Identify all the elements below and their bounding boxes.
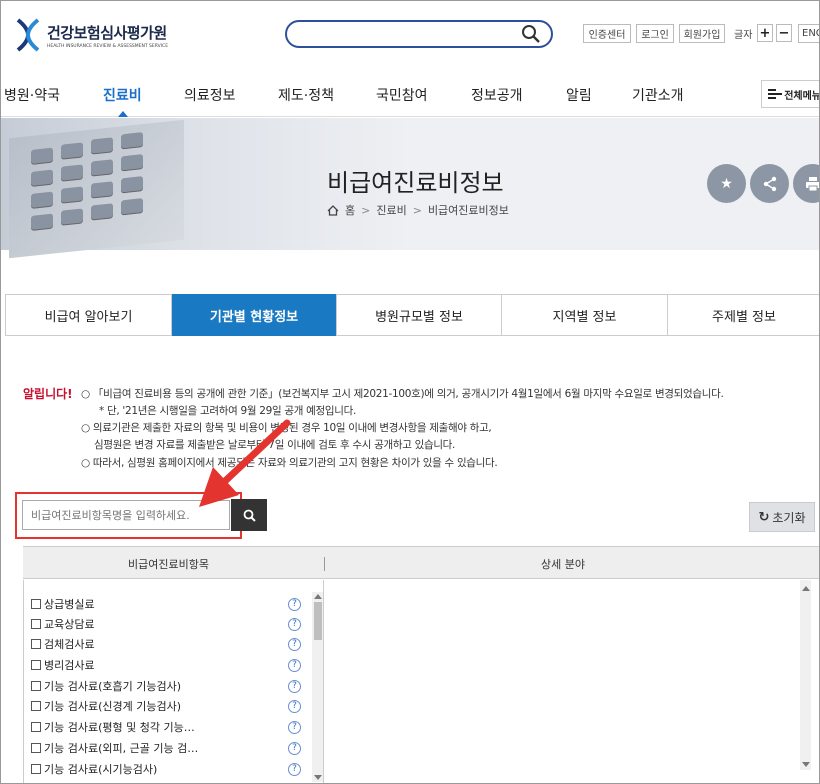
list-item[interactable]: 검체검사료 xyxy=(31,635,95,653)
logo-subtitle: HEALTH INSURANCE REVIEW & ASSESSMENT SER… xyxy=(47,43,169,49)
font-increase-button[interactable]: + xyxy=(757,24,773,42)
list-item[interactable]: 교육상담료 xyxy=(31,615,95,633)
nav-medical-fee[interactable]: 진료비 xyxy=(103,85,142,105)
list-item[interactable]: 기능 검사료(외피, 근골 기능 검… xyxy=(31,739,198,757)
nav-system-policy[interactable]: 제도·정책 xyxy=(278,85,334,105)
reset-label: 초기화 xyxy=(772,510,806,525)
item-label: 기능 검사료(호흡기 기능검사) xyxy=(44,680,182,693)
item-label: 기능 검사료(평형 및 청각 기능… xyxy=(44,721,195,734)
hamburger-icon xyxy=(768,89,783,99)
nav-notice[interactable]: 알림 xyxy=(566,85,592,105)
list-item[interactable]: 기능 검사료(평형 및 청각 기능… xyxy=(31,718,195,736)
breadcrumb-home[interactable]: 홈 xyxy=(345,202,355,218)
item-label: 기능 검사료(외피, 근골 기능 검… xyxy=(44,742,199,755)
header-divider xyxy=(324,557,325,571)
notice-line: ○ 「비급여 진료비용 등의 공개에 관한 기준」(보건복지부 고시 제2021… xyxy=(81,388,724,400)
help-icon[interactable]: ? xyxy=(288,598,301,611)
help-icon[interactable]: ? xyxy=(288,721,301,734)
help-icon[interactable]: ? xyxy=(288,763,301,776)
list-scrollbar[interactable] xyxy=(312,592,323,782)
item-label: 병리검사료 xyxy=(44,659,95,672)
help-icon[interactable]: ? xyxy=(288,700,301,713)
signup-link[interactable]: 회원가입 xyxy=(679,24,725,43)
column-divider xyxy=(323,580,324,783)
star-icon[interactable]: ★ xyxy=(707,164,746,203)
hira-logo-icon xyxy=(16,18,40,52)
all-menu-label: 전체메뉴 xyxy=(784,90,820,102)
tab-topic[interactable]: 주제별 정보 xyxy=(668,295,819,335)
item-checkbox[interactable] xyxy=(31,619,41,629)
share-icon[interactable] xyxy=(750,164,789,203)
notice-label: 알립니다! xyxy=(23,387,73,401)
home-icon[interactable] xyxy=(327,204,339,216)
nav-hospital-pharmacy[interactable]: 병원·약국 xyxy=(4,85,60,105)
help-icon[interactable]: ? xyxy=(288,638,301,651)
list-item[interactable]: 기능 검사료(신경계 기능검사) xyxy=(31,697,181,715)
column-header-detail: 상세 분야 xyxy=(541,558,585,571)
cert-center-link[interactable]: 인증센터 xyxy=(583,24,631,43)
column-header-items: 비급여진료비항목 xyxy=(128,558,209,571)
list-item[interactable]: 기능 검사료(호흡기 기능검사) xyxy=(31,677,181,695)
help-icon[interactable]: ? xyxy=(288,742,301,755)
item-label: 기능 검사료(시기능검사) xyxy=(44,763,158,776)
scroll-down-icon[interactable] xyxy=(802,762,810,768)
scroll-up-icon[interactable] xyxy=(802,585,810,591)
chevron-right-icon: > xyxy=(412,203,422,217)
scroll-down-icon[interactable] xyxy=(314,775,322,781)
breadcrumb-current: 비급여진료비정보 xyxy=(427,204,509,217)
page-title: 비급여진료비정보 xyxy=(327,169,504,197)
tab-regional[interactable]: 지역별 정보 xyxy=(502,295,668,335)
item-label: 기능 검사료(신경계 기능검사) xyxy=(44,700,182,713)
nav-public-participation[interactable]: 국민참여 xyxy=(376,85,428,105)
item-checkbox[interactable] xyxy=(31,722,41,732)
list-item[interactable]: 상급병실료 xyxy=(31,595,95,613)
item-checkbox[interactable] xyxy=(31,599,41,609)
detail-scrollbar[interactable] xyxy=(800,580,811,770)
lang-english-link[interactable]: ENG xyxy=(798,24,819,43)
site-search-input[interactable] xyxy=(285,20,553,48)
item-checkbox[interactable] xyxy=(31,701,41,711)
item-checkbox[interactable] xyxy=(31,743,41,753)
chevron-right-icon: > xyxy=(361,203,371,217)
calculator-image xyxy=(9,119,184,259)
content-tabs: 비급여 알아보기 기관별 현황정보 병원규모별 정보 지역별 정보 주제별 정보 xyxy=(5,294,819,336)
list-item[interactable]: 기능 검사료(시기능검사) xyxy=(31,760,157,778)
list-item[interactable]: 병리검사료 xyxy=(31,656,95,674)
help-icon[interactable]: ? xyxy=(288,659,301,672)
item-checkbox[interactable] xyxy=(31,660,41,670)
tab-noncovered-overview[interactable]: 비급여 알아보기 xyxy=(6,295,172,335)
annotation-arrow-icon xyxy=(199,419,291,507)
help-icon[interactable]: ? xyxy=(288,680,301,693)
list-scroll-thumb[interactable] xyxy=(314,602,322,640)
search-icon[interactable] xyxy=(521,24,541,44)
logo-title: 건강보험심사평가원 xyxy=(47,23,167,42)
help-icon[interactable]: ? xyxy=(288,618,301,631)
all-menu-button[interactable]: 전체메뉴 xyxy=(761,80,820,108)
tab-hospital-scale[interactable]: 병원규모별 정보 xyxy=(337,295,502,335)
item-label: 교육상담료 xyxy=(44,618,95,631)
item-label: 검체검사료 xyxy=(44,638,95,651)
tab-institution-status[interactable]: 기관별 현황정보 xyxy=(172,294,337,336)
nav-medical-info[interactable]: 의료정보 xyxy=(184,85,236,105)
reset-button[interactable]: ↻ 초기화 xyxy=(749,502,815,532)
item-checkbox[interactable] xyxy=(31,681,41,691)
login-link[interactable]: 로그인 xyxy=(636,24,674,43)
item-checkbox[interactable] xyxy=(31,764,41,774)
breadcrumb-medical-fee[interactable]: 진료비 xyxy=(376,202,406,218)
font-decrease-button[interactable]: − xyxy=(776,24,792,42)
breadcrumb: 홈 > 진료비 > 비급여진료비정보 xyxy=(327,202,509,218)
item-checkbox[interactable] xyxy=(31,639,41,649)
item-label: 상급병실료 xyxy=(44,598,95,611)
font-size-label: 글자 xyxy=(734,30,753,41)
table-header: 비급여진료비항목 상세 분야 xyxy=(23,546,819,579)
scroll-up-icon[interactable] xyxy=(314,593,322,599)
refresh-icon: ↻ xyxy=(758,509,770,525)
nav-about[interactable]: 기관소개 xyxy=(632,85,684,105)
site-logo[interactable]: 건강보험심사평가원 HEALTH INSURANCE REVIEW & ASSE… xyxy=(15,15,168,55)
active-nav-indicator xyxy=(118,111,128,117)
nav-info-disclosure[interactable]: 정보공개 xyxy=(471,85,523,105)
main-navigation: 병원·약국 진료비 의료정보 제도·정책 국민참여 정보공개 알림 기관소개 xyxy=(1,69,819,117)
